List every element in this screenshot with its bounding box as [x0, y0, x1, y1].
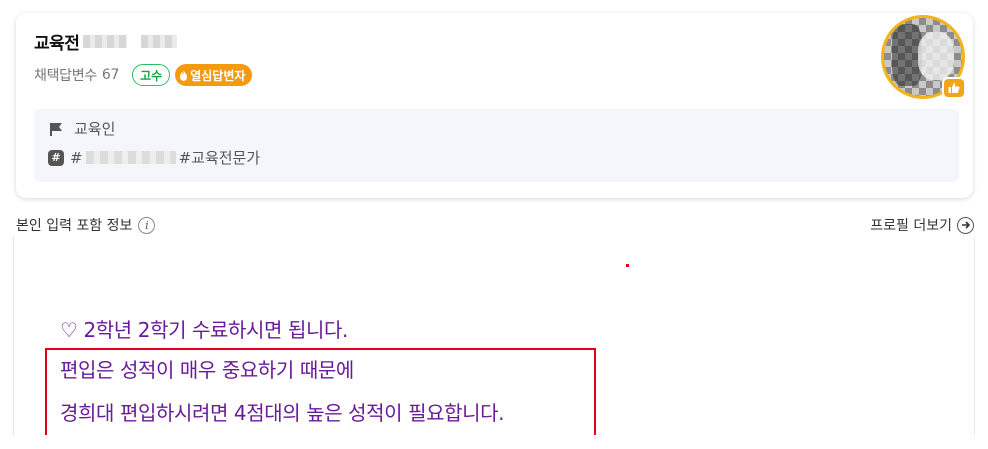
answer-line-1: ♡ 2학년 2학기 수료하시면 됩니다.	[60, 318, 348, 342]
info-icon[interactable]: i	[138, 216, 156, 234]
level-badge: 고수	[132, 64, 171, 86]
thumbs-up-icon	[942, 77, 966, 99]
stats-row: 채택답변수 67 고수 열심답변자	[34, 64, 253, 86]
profile-meta-row: 본인 입력 포함 정보 i 프로필 더보기	[16, 213, 974, 237]
adopted-label: 채택답변수	[34, 68, 97, 84]
more-profile-label[interactable]: 프로필 더보기	[870, 215, 952, 235]
tags-prefix: #	[70, 148, 83, 167]
tag-expert[interactable]: #교육전문가	[179, 147, 261, 168]
page-bottom	[0, 435, 988, 449]
flag-icon	[48, 121, 64, 137]
hash-icon: #	[48, 149, 64, 166]
hot-answerer-label: 열심답변자	[190, 68, 246, 83]
answer-body: ♡ 2학년 2학기 수료하시면 됩니다. 편입은 성적이 매우 중요하기 때문에…	[14, 237, 974, 438]
avatar[interactable]	[879, 13, 967, 101]
answer-line-3: 경희대 편입하시려면 4점대의 높은 성적이 필요합니다.	[60, 401, 505, 425]
profile-info-box: 교육인 # # #교육전문가	[34, 109, 959, 182]
profile-name[interactable]: 교육전	[34, 29, 80, 54]
category-label: 교육인	[74, 120, 116, 138]
redacted-name-part	[141, 35, 178, 48]
hot-answerer-badge: 열심답변자	[175, 64, 253, 86]
profile-card: 교육전 채택답변수 67 고수 열심답변자 교육인 # # #교육전문가	[16, 13, 973, 198]
more-profile-link[interactable]: 프로필 더보기	[870, 215, 974, 235]
tags-line: # # #교육전문가	[48, 147, 260, 168]
category-line: 교육인	[48, 118, 115, 139]
name-row: 교육전	[34, 29, 178, 54]
self-info: 본인 입력 포함 정보 i	[16, 215, 156, 235]
flame-icon	[180, 69, 188, 81]
arrow-right-circle-icon[interactable]	[957, 216, 974, 234]
answer-line-2: 편입은 성적이 매우 중요하기 때문에	[60, 358, 354, 382]
red-dot-mark	[626, 264, 629, 267]
redacted-tag	[85, 151, 176, 164]
self-info-label: 본인 입력 포함 정보	[16, 218, 133, 234]
adopted-count: 67	[101, 67, 120, 83]
redacted-name-part	[83, 35, 128, 48]
